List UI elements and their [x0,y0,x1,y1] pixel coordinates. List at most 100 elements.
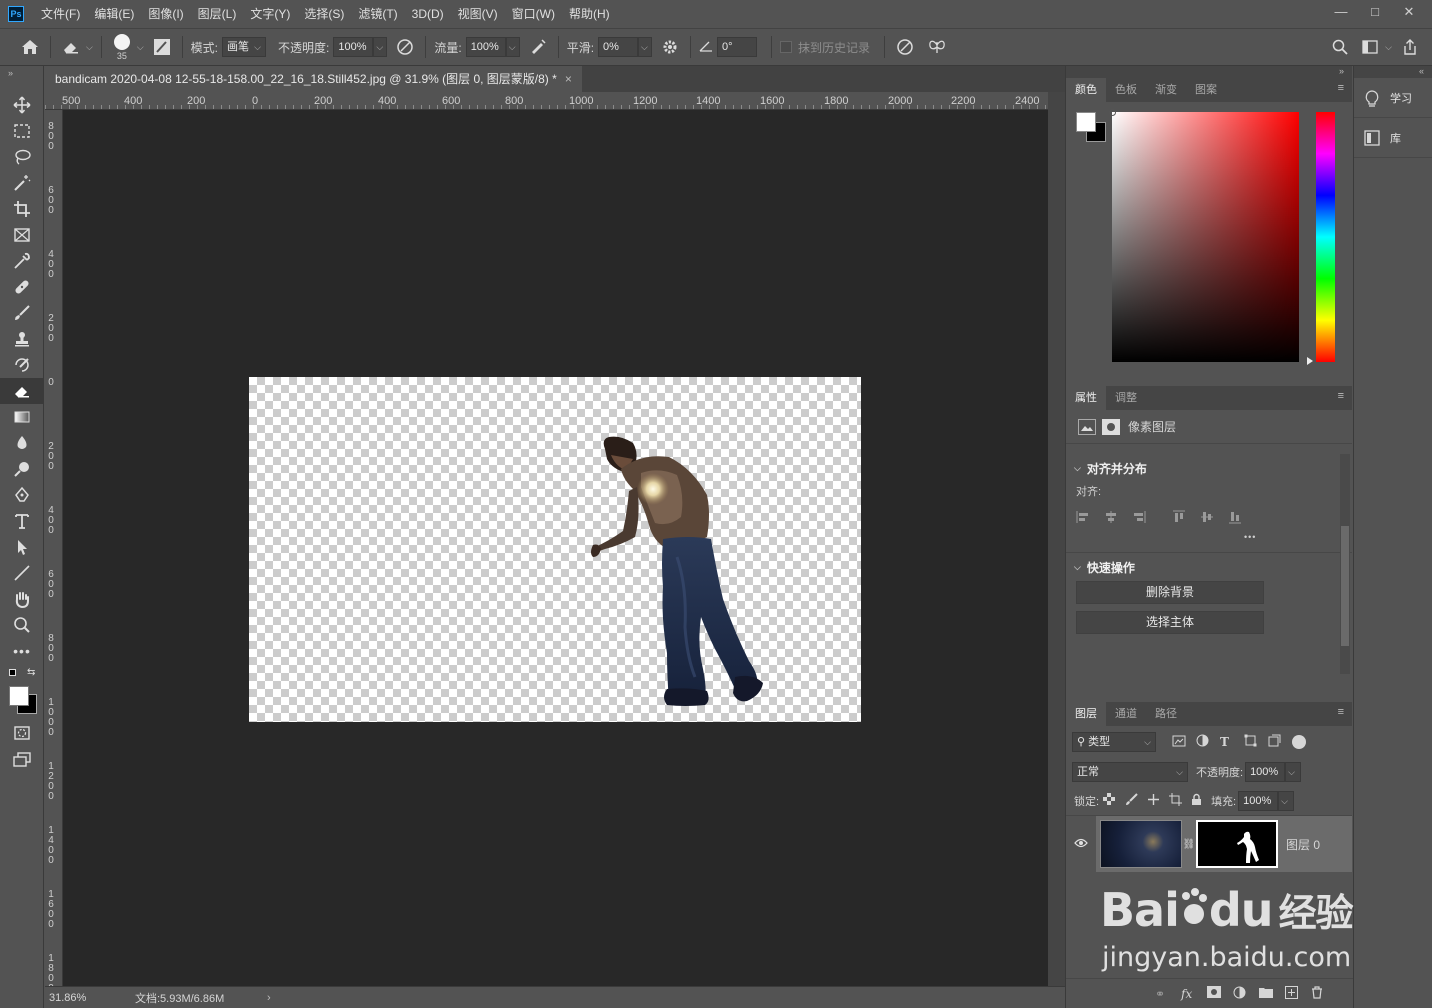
hue-slider-handle[interactable] [1307,357,1313,365]
properties-scrollbar[interactable] [1340,454,1350,674]
trash-icon[interactable] [1311,985,1329,1002]
filter-type-icon[interactable]: T [1220,735,1244,749]
layer-mask-icon[interactable] [1102,418,1120,435]
default-colors-icon[interactable] [9,669,16,676]
remove-background-button[interactable]: 删除背景 [1076,581,1264,604]
erase-to-history-checkbox[interactable] [780,41,793,53]
pressure-opacity-icon[interactable] [393,35,417,59]
move-tool-icon[interactable] [0,92,44,118]
quick-mask-icon[interactable] [0,720,44,746]
angle-input[interactable]: 0° [717,37,758,57]
layer-opacity-input[interactable]: 100% [1245,762,1286,782]
layer-thumbnail[interactable] [1100,820,1182,868]
blend-mode-select[interactable]: 正常 ⌵ [1072,762,1188,782]
lock-image-pixels-icon[interactable] [1125,792,1147,809]
share-icon[interactable] [1398,35,1422,59]
brush-tool-icon[interactable] [0,300,44,326]
tab-paths[interactable]: 路径 [1146,702,1186,726]
lock-position-icon[interactable] [1147,793,1169,809]
collapse-panels-icon[interactable]: » [1066,66,1352,78]
chevron-down-icon[interactable]: ⌵ [86,42,93,53]
fill-input[interactable]: 100% [1238,790,1279,811]
hand-tool-icon[interactable] [0,586,44,612]
menu-select[interactable]: 选择(S) [297,0,351,28]
mode-select[interactable]: 画笔 ⌵ [222,37,266,57]
menu-layer[interactable]: 图层(L) [191,0,244,28]
layer-name[interactable]: 图层 0 [1286,836,1320,853]
path-selection-tool-icon[interactable] [0,534,44,560]
mask-link-icon[interactable]: ⛓ [1182,839,1196,850]
foreground-color-chip[interactable] [1076,112,1096,132]
layer-kind-filter[interactable]: ⚲ 类型 ⌵ [1072,732,1156,752]
filter-adjustment-icon[interactable] [1196,734,1220,750]
align-left-icon[interactable] [1076,510,1104,527]
lock-transparent-pixels-icon[interactable] [1103,793,1125,808]
scrollbar-thumb[interactable] [1341,526,1349,646]
workspace-icon[interactable] [1358,35,1382,59]
eraser-tool-preset-icon[interactable] [59,35,83,59]
color-field[interactable] [1112,112,1299,362]
filter-toggle-icon[interactable] [1292,735,1306,749]
flow-input[interactable]: 100% [465,37,506,57]
layer-row[interactable]: ⛓ 图层 0 [1066,816,1352,872]
tab-gradients[interactable]: 渐变 [1146,78,1186,102]
pixel-layer-icon[interactable] [1078,418,1096,435]
close-button[interactable]: ✕ [1392,2,1426,24]
fx-icon[interactable]: fx [1181,987,1207,1001]
tab-channels[interactable]: 通道 [1106,702,1146,726]
smoothing-input[interactable]: 0% [598,37,639,57]
blur-tool-icon[interactable] [0,430,44,456]
menu-file[interactable]: 文件(F) [34,0,87,28]
add-mask-icon[interactable] [1207,986,1233,1001]
new-layer-icon[interactable] [1285,985,1311,1002]
brush-settings-icon[interactable] [150,35,174,59]
link-layers-icon[interactable]: ⚭ [1155,987,1181,1001]
opacity-slider-toggle[interactable]: ⌵ [373,37,388,57]
align-right-icon[interactable] [1132,510,1172,527]
chevron-down-icon[interactable]: ⌵ [1385,42,1392,53]
expand-dock-icon[interactable]: « [1354,66,1432,78]
select-subject-button[interactable]: 选择主体 [1076,611,1264,634]
crop-tool-icon[interactable] [0,196,44,222]
flow-slider-toggle[interactable]: ⌵ [505,37,520,57]
healing-brush-tool-icon[interactable] [0,274,44,300]
menu-help[interactable]: 帮助(H) [562,0,617,28]
filter-shape-icon[interactable] [1244,734,1268,750]
align-bottom-icon[interactable] [1228,510,1256,527]
menu-type[interactable]: 文字(Y) [243,0,297,28]
menu-3d[interactable]: 3D(D) [405,0,451,28]
eye-visibility-icon[interactable] [1066,837,1096,851]
document-scrollbar[interactable] [1048,92,1065,986]
panel-menu-icon[interactable]: ≡ [1338,706,1344,718]
learn-panel-button[interactable]: 学习 [1354,78,1432,118]
panel-menu-icon[interactable]: ≡ [1338,82,1344,94]
airbrush-icon[interactable] [526,35,550,59]
layer-row-selected[interactable]: ⛓ 图层 0 [1096,816,1352,872]
libraries-panel-button[interactable]: 库 [1354,118,1432,158]
opacity-input[interactable]: 100% [333,37,374,57]
layer-mask-thumbnail[interactable] [1196,820,1278,868]
dodge-tool-icon[interactable] [0,456,44,482]
lock-artboard-icon[interactable] [1169,792,1191,809]
hue-slider[interactable] [1316,112,1335,362]
more-tools-icon[interactable]: ••• [0,638,44,664]
fill-slider-toggle[interactable]: ⌵ [1278,790,1295,811]
marquee-tool-icon[interactable] [0,118,44,144]
filter-smart-object-icon[interactable] [1268,734,1292,750]
color-picker-cursor[interactable] [1109,109,1116,116]
eraser-tool-icon[interactable] [0,378,44,404]
chevron-down-icon[interactable]: ⌵ [137,42,144,53]
document-canvas[interactable] [249,377,861,722]
clone-stamp-tool-icon[interactable] [0,326,44,352]
align-center-horizontal-icon[interactable] [1104,510,1132,527]
swap-colors-icon[interactable]: ⇆ [27,667,35,678]
close-icon[interactable]: × [565,72,572,86]
align-center-vertical-icon[interactable] [1200,510,1228,527]
quick-actions-header[interactable]: ⌵ 快速操作 [1066,553,1352,581]
menu-edit[interactable]: 编辑(E) [87,0,141,28]
history-brush-tool-icon[interactable] [0,352,44,378]
tab-swatches[interactable]: 色板 [1106,78,1146,102]
smoothing-slider-toggle[interactable]: ⌵ [638,37,653,57]
status-menu-arrow[interactable]: › [267,992,271,1004]
symmetry-butterfly-icon[interactable] [925,35,949,59]
